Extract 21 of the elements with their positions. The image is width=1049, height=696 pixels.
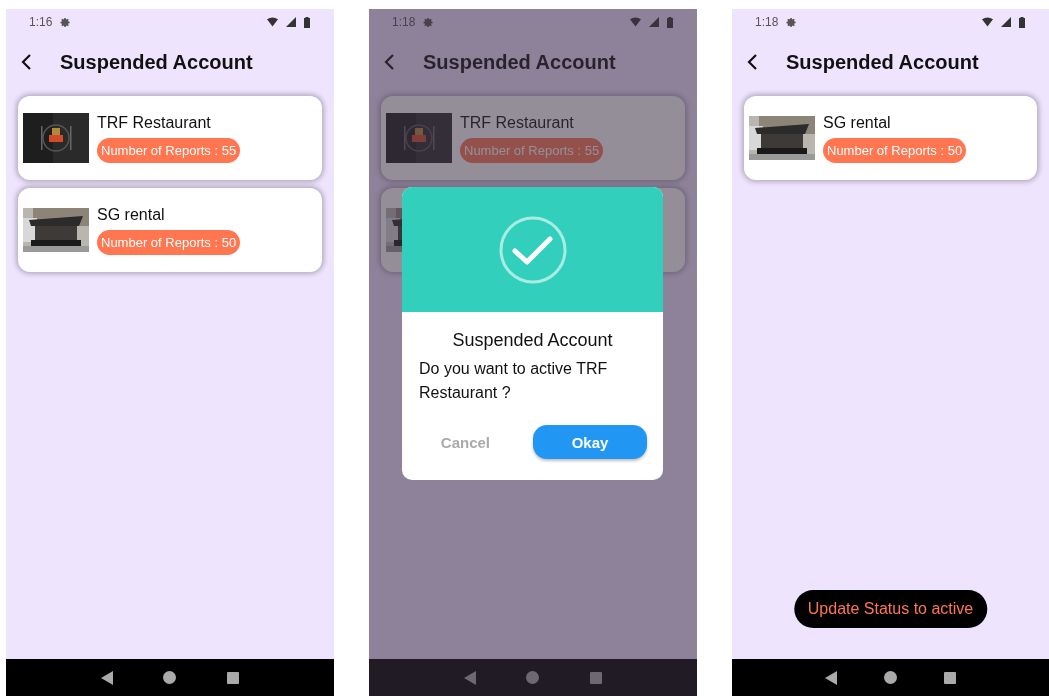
reports-badge: Number of Reports : 50 (823, 137, 967, 163)
reports-badge: Number of Reports : 55 (97, 137, 241, 163)
account-card[interactable]: TRF Restaurant Number of Reports : 55 (18, 96, 322, 180)
status-time: 1:18 (755, 15, 779, 29)
screen-title: Suspended Account (60, 50, 253, 74)
dialog-message: Do you want to active TRF Restaurant ? (418, 359, 609, 403)
account-name: TRF Restaurant (460, 113, 575, 132)
account-name: TRF Restaurant (97, 113, 212, 132)
dialog-title: Suspended Account (451, 330, 614, 351)
status-time: 1:18 (392, 15, 416, 29)
reports-badge: Number of Reports : 55 (460, 137, 604, 163)
toast-message: Update Status to active (793, 590, 988, 628)
account-card[interactable]: SG rental Number of Reports : 50 (744, 96, 1037, 180)
account-name: SG rental (97, 205, 166, 224)
reports-badge: Number of Reports : 50 (97, 229, 241, 255)
screen-title: Suspended Account (786, 50, 979, 74)
account-card[interactable]: TRF Restaurant Number of Reports : 55 (381, 96, 685, 180)
screen-title: Suspended Account (423, 50, 616, 74)
account-name: SG rental (823, 113, 892, 132)
status-time: 1:16 (29, 15, 53, 29)
account-card[interactable]: SG rental Number of Reports : 50 (18, 188, 322, 272)
